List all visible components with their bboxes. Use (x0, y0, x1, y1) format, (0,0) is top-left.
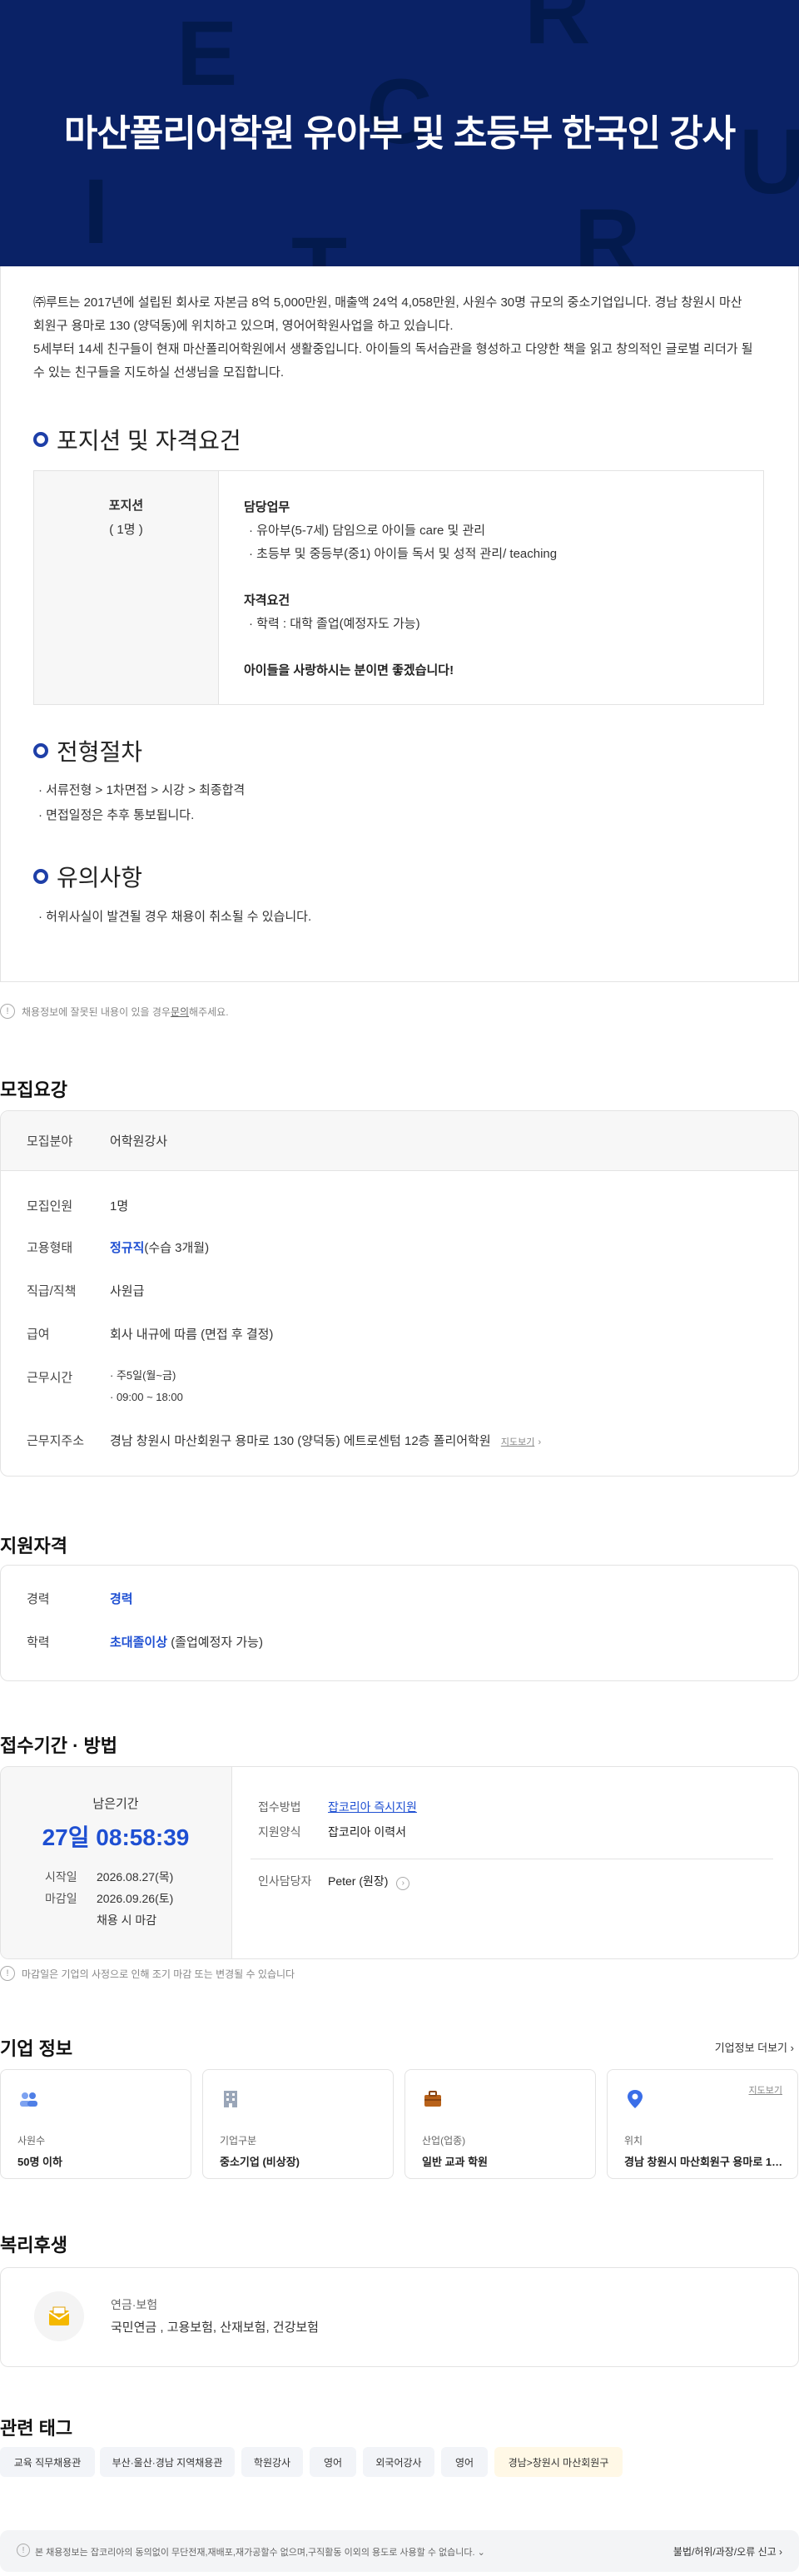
info-icon: ! (0, 1966, 15, 1981)
intro-line: 5세부터 14세 친구들이 현재 마산폴리어학원에서 생활중입니다. 아이들의 … (33, 342, 753, 356)
hero-banner: E R C U I T R 마산폴리어학원 유아부 및 초등부 한국인 강사 (0, 0, 799, 266)
employment-type: 정규직 (110, 1241, 145, 1255)
building-icon (224, 2091, 237, 2107)
caution-list: · 허위사실이 발견될 경우 채용이 취소될 수 있습니다. (38, 905, 311, 930)
intro-line: ㈜루트는 2017년에 설립된 회사로 자본금 8억 5,000만원, 매출액 … (33, 295, 742, 310)
ring-icon (33, 432, 48, 447)
welfare-title: 복리후생 (0, 2235, 67, 2256)
tag-item[interactable]: 경남>창원시 마산회원구 (494, 2447, 623, 2477)
tag-item[interactable]: 부산·울산·경남 지역채용관 (100, 2447, 235, 2477)
welfare-category: 연금·보험 (111, 2298, 158, 2311)
tag-item[interactable]: 영어 (310, 2447, 356, 2477)
inquiry-link[interactable]: 문의 (171, 1005, 189, 1019)
hero-deco-letter: I (83, 161, 109, 263)
chevron-right-icon: › (790, 2042, 794, 2054)
process-list: · 서류전형 > 1차면접 > 시강 > 최종합격 · 면접일정은 추후 통보됩… (38, 778, 245, 828)
hours-item: · 주5일(월~금) (110, 1369, 176, 1382)
position-details: 담당업무 · 유아부(5-7세) 담임으로 아이들 care 및 관리 · 초등… (244, 496, 557, 682)
envelope-icon (48, 2306, 70, 2325)
info-icon: ! (0, 1004, 15, 1019)
qual-item: · 학력 : 대학 졸업(예정자도 가능) (249, 617, 420, 631)
list-item: · 서류전형 > 1차면접 > 시강 > 최종합격 (38, 783, 246, 797)
qual-heading: 자격요건 (244, 593, 290, 608)
position-table: 포지션 ( 1명 ) 담당업무 · 유아부(5-7세) 담임으로 아이들 car… (33, 470, 764, 705)
tags-title: 관련 태그 (0, 2418, 73, 2439)
list-item: · 면접일정은 추후 통보됩니다. (38, 808, 195, 822)
process-section-title: 전형절차 (33, 734, 142, 767)
welfare-card: 연금·보험 국민연금 , 고용보험, 산재보험, 건강보험 (0, 2267, 799, 2367)
company-card-industry: 산업(업종) 일반 교과 학원 (404, 2069, 596, 2179)
location-pin-icon (628, 2090, 643, 2108)
apply-dates: 시작일 2026.08.27(목) 마감일 2026.09.26(토) 채용 시 마… (45, 1870, 174, 1927)
company-more-link[interactable]: 기업정보 더보기 › (715, 2039, 794, 2055)
duty-item: · 초등부 및 중등부(중1) 아이들 독서 및 성적 관리/ teaching (249, 547, 558, 561)
company-intro: ㈜루트는 2017년에 설립된 회사로 자본금 8억 5,000만원, 매출액 … (33, 291, 766, 385)
hero-deco-letter: R (574, 191, 641, 267)
hr-contact: 인사담당자 Peter (원장) › (258, 1873, 416, 1890)
briefcase-icon (424, 2091, 441, 2107)
intro-line: 회원구 용마로 130 (양덕동)에 위치하고 있으며, 영어어학원사업을 하고… (33, 319, 454, 333)
job-title: 마산폴리어학원 유아부 및 초등부 한국인 강사 (63, 113, 736, 154)
report-link[interactable]: 불법/허위/과장/오류 신고 › (673, 2544, 782, 2559)
footer-notice: ! 본 채용정보는 잡코리아의 동의없이 무단전재,재배포,재가공할수 없으며,… (0, 2530, 799, 2572)
tag-item[interactable]: 교육 직무채용관 (0, 2447, 95, 2477)
qualification-title: 지원자격 (0, 1536, 67, 1556)
info-icon: ! (17, 2544, 30, 2557)
position-label: 포지션 (108, 499, 144, 513)
apply-note: ! 마감일은 기업의 사정으로 인해 조기 마감 또는 변경될 수 있습니다 (0, 1966, 295, 1981)
chevron-right-icon: › (779, 2546, 782, 2558)
apply-now-link[interactable]: 잡코리아 즉시지원 (328, 1800, 417, 1814)
people-icon (20, 2092, 37, 2107)
qualification-card (0, 1565, 799, 1681)
hero-deco-letter: E (176, 2, 238, 105)
ring-icon (33, 743, 48, 758)
hours-item: · 09:00 ~ 18:00 (110, 1391, 183, 1403)
remain-label: 남은기간 (92, 1797, 139, 1811)
welfare-icon-bg (34, 2291, 84, 2341)
welfare-items: 국민연금 , 고용보험, 산재보험, 건강보험 (111, 2320, 319, 2335)
company-card-type: 기업구분 중소기업 (비상장) (202, 2069, 394, 2179)
chevron-right-icon: › (538, 1437, 542, 1447)
position-section-title: 포지션 및 자격요건 (33, 423, 241, 456)
hero-deco-letter: T (291, 225, 347, 267)
duty-item: · 유아부(5-7세) 담임으로 아이들 care 및 관리 (249, 524, 486, 538)
remain-countdown: 27일 08:58:39 (42, 1824, 190, 1850)
map-link[interactable]: 지도보기 (501, 1437, 534, 1447)
chevron-right-icon[interactable]: › (396, 1876, 410, 1890)
ring-icon (33, 869, 48, 884)
duty-heading: 담당업무 (244, 500, 290, 514)
position-label-cell: 포지션 ( 1명 ) (34, 471, 219, 704)
chevron-down-icon[interactable]: ⌄ (478, 2548, 485, 2558)
apply-method: 접수방법 잡코리아 즉시지원 지원양식 잡코리아 이력서 (258, 1800, 417, 1839)
apply-title: 접수기간 · 방법 (0, 1735, 117, 1756)
company-card-employees: 사원수 50명 이하 (0, 2069, 191, 2179)
intro-line: 수 있는 친구들을 지도하실 선생님을 모집합니다. (33, 365, 285, 380)
hero-deco-letter: R (524, 0, 591, 63)
caution-section-title: 유의사항 (33, 860, 142, 893)
company-title: 기업 정보 (0, 2038, 73, 2059)
tag-item[interactable]: 영어 (441, 2447, 488, 2477)
location-map-link[interactable]: 지도보기 (749, 2083, 782, 2097)
recruit-title: 모집요강 (0, 1080, 67, 1100)
list-item: · 허위사실이 발견될 경우 채용이 취소될 수 있습니다. (38, 910, 312, 924)
tag-item[interactable]: 학원강사 (241, 2447, 303, 2477)
position-closing: 아이들을 사랑하시는 분이면 좋겠습니다! (244, 663, 454, 678)
company-card-location: 지도보기 위치 경남 창원시 마산회원구 용마로 130 (양덕동) (607, 2069, 798, 2179)
footer-text: 본 채용정보는 잡코리아의 동의없이 무단전재,재배포,재가공할수 없으며,구직… (35, 2548, 485, 2558)
error-report-notice: ! 채용정보에 잘못된 내용이 있을 경우 문의 해주세요. (0, 1004, 229, 1019)
position-count: ( 1명 ) (109, 523, 143, 537)
tag-item[interactable]: 외국어강사 (363, 2447, 434, 2477)
